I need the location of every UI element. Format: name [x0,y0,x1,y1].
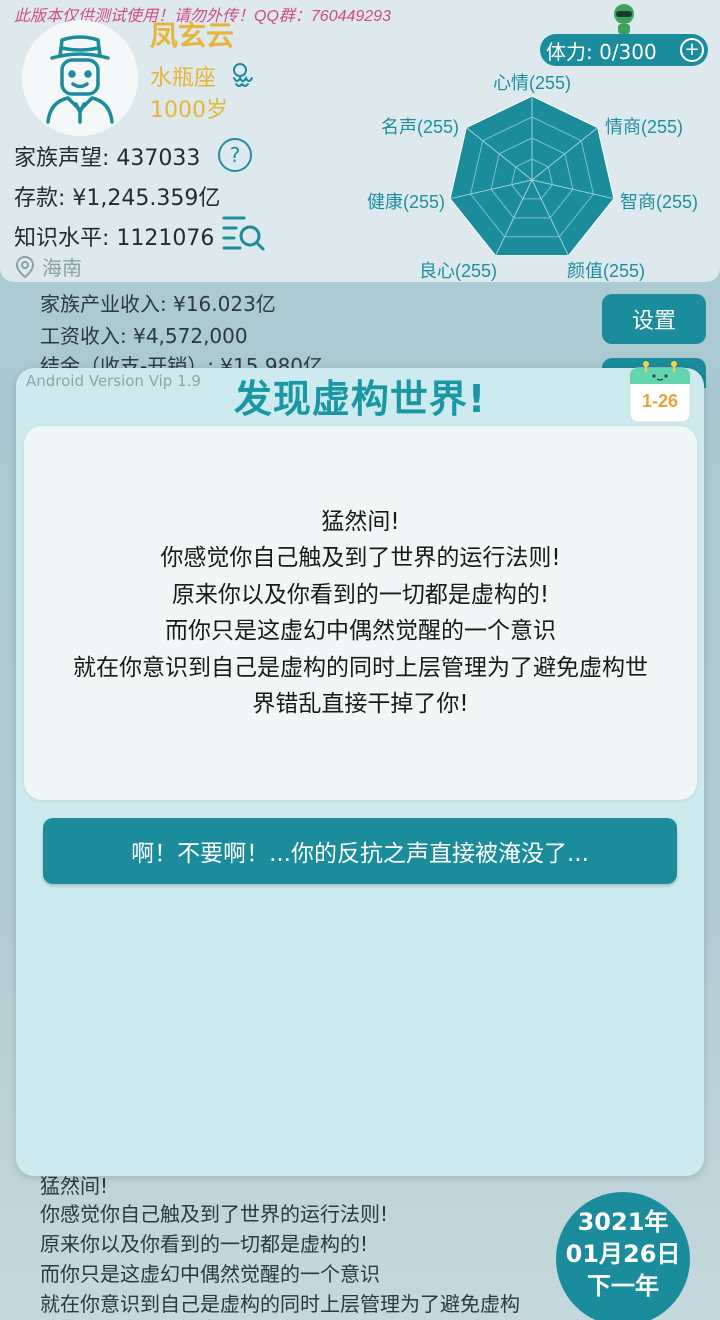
attribute-radar-chart: 心情(255) 情商(255) 智商(255) 颜值(255) 良心(255) … [367,73,698,281]
calendar-date: 1-26 [642,391,678,411]
radar-label-eq: 情商(255) [605,117,683,137]
story-panel: 猛然间! 你感觉你自己触及到了世界的运行法则! 原来你以及你看到的一切都是虚构的… [24,426,697,800]
salary-income: 工资收入: ¥4,572,000 [40,324,248,348]
radar-label-looks: 颜值(255) [567,261,645,281]
date-year: 3021年 [577,1208,669,1236]
add-stamina-icon[interactable]: + [680,38,704,62]
radar-label-conscience: 良心(255) [419,261,497,281]
industry-income: 家族产业收入: ¥16.023亿 [40,292,276,316]
aquarius-icon [233,63,253,87]
savings: 存款: ¥1,245.359亿 [14,186,221,211]
location-pin-icon [15,255,35,278]
settings-button[interactable]: 设置 [602,294,706,344]
story-line: 而你只是这虚幻中偶然觉醒的一个意识 [165,618,556,644]
story-line: 就在你意识到自己是虚构的同时上层管理为了避免虚构世 [73,654,648,681]
mascot-icon[interactable] [608,2,640,34]
story-text: 猛然间! 你感觉你自己触及到了世界的运行法则! 原来你以及你看到的一切都是虚构的… [63,504,658,723]
character-name: 凤玄云 [150,19,235,52]
knowledge-level: 知识水平: 1121076 [14,226,215,251]
family-reputation: 家族声望: 437033 [14,146,201,171]
story-line: 你感觉你自己触及到了世界的运行法则! [160,545,561,571]
log-line: 你感觉你自己触及到了世界的运行法则! [40,1202,389,1226]
radar-label-fame: 名声(255) [381,117,459,137]
radar-label-iq: 智商(255) [620,192,698,212]
log-line: 原来你以及你看到的一切都是虚构的! [40,1232,369,1256]
modal-title: 发现虚构世界! [233,377,487,421]
story-line: 猛然间! [321,508,400,535]
story-line: 界错乱直接干掉了你! [252,691,469,717]
calendar-icon[interactable]: 1-26 [628,360,696,426]
log-line: 而你只是这虚幻中偶然觉醒的一个意识 [40,1262,380,1286]
radar-label-mood: 心情(255) [493,73,571,93]
profile-card: 此版本仅供测试使用！请勿外传！QQ群：760449293 凤玄云 水瓶座 100… [0,0,720,282]
next-year-button[interactable]: 3021年 01月26日 下一年 [556,1192,690,1320]
location: 海南 [14,252,82,281]
next-year-label: 下一年 [587,1272,659,1300]
zodiac-sign: 水瓶座 [150,66,217,91]
character-age: 1000岁 [150,98,228,123]
event-modal: Android Version Vip 1.9 发现虚构世界! 1-26 猛然间… [16,361,704,1176]
location-label: 海南 [42,256,82,280]
help-icon[interactable]: ? [218,138,252,172]
story-line: 原来你以及你看到的一切都是虚构的! [171,581,550,608]
choice-button[interactable]: 啊！不要啊！...你的反抗之声直接被淹没了... [43,818,677,884]
date-day: 01月26日 [565,1240,681,1268]
radar-label-health: 健康(255) [367,192,445,212]
person-avatar-icon [46,35,114,124]
search-list-icon[interactable] [222,214,266,252]
avatar[interactable] [22,20,138,136]
log-line: 就在你意识到自己是虚构的同时上层管理为了避免虚构 [40,1292,520,1316]
